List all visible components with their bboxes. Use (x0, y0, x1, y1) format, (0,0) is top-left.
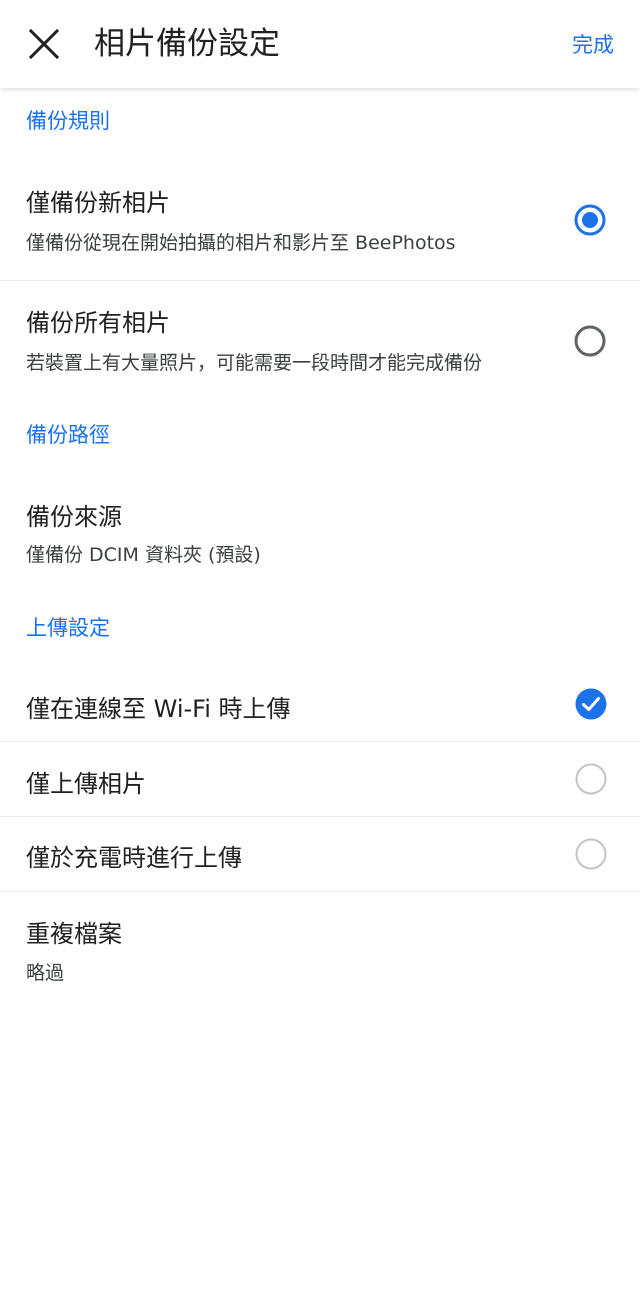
section-header-backup-rules: 備份規則 (26, 109, 110, 133)
radio-button-unselected[interactable] (573, 324, 607, 358)
option-wifi-only[interactable]: 僅在連線至 Wi-Fi 時上傳 (0, 670, 640, 740)
radio-selected-icon (574, 204, 606, 236)
check-circle-icon (575, 688, 607, 720)
backup-source-row[interactable]: 備份來源 僅備份 DCIM 資料夾 (預設) (0, 484, 640, 594)
option-charging-only[interactable]: 僅於充電時進行上傳 (0, 817, 640, 891)
duplicate-files-value: 略過 (26, 962, 65, 984)
checkbox-unchecked[interactable] (574, 837, 608, 871)
checkbox-checked[interactable] (574, 687, 608, 721)
option-label: 僅上傳相片 (26, 770, 146, 798)
option-label: 僅在連線至 Wi-Fi 時上傳 (26, 695, 291, 723)
option-title: 僅備份新相片 (26, 189, 170, 217)
option-subtitle: 若裝置上有大量照片，可能需要一段時間才能完成備份 (26, 352, 483, 374)
backup-source-value: 僅備份 DCIM 資料夾 (預設) (26, 544, 261, 566)
page-title: 相片備份設定 (94, 26, 280, 62)
duplicate-files-row[interactable]: 重複檔案 略過 (0, 902, 640, 1002)
close-icon (28, 28, 60, 60)
circle-outline-icon (575, 763, 607, 795)
app-bar: 相片備份設定 完成 (0, 0, 640, 88)
option-photos-only[interactable]: 僅上傳相片 (0, 742, 640, 816)
divider (0, 280, 640, 281)
section-header-upload-settings: 上傳設定 (26, 616, 110, 640)
option-backup-all-photos[interactable]: 備份所有相片 若裝置上有大量照片，可能需要一段時間才能完成備份 (0, 290, 640, 400)
radio-button-selected[interactable] (573, 203, 607, 237)
duplicate-files-title: 重複檔案 (26, 920, 122, 948)
checkbox-unchecked[interactable] (574, 762, 608, 796)
radio-unselected-icon (574, 325, 606, 357)
option-backup-new-photos[interactable]: 僅備份新相片 僅備份從現在開始拍攝的相片和影片至 BeePhotos (0, 170, 640, 280)
option-subtitle: 僅備份從現在開始拍攝的相片和影片至 BeePhotos (26, 232, 456, 254)
close-button[interactable] (20, 20, 68, 68)
divider (0, 891, 640, 892)
option-title: 備份所有相片 (26, 309, 170, 337)
section-header-backup-path: 備份路徑 (26, 423, 110, 447)
circle-outline-icon (575, 838, 607, 870)
option-label: 僅於充電時進行上傳 (26, 844, 242, 872)
backup-source-title: 備份來源 (26, 503, 122, 531)
done-button[interactable]: 完成 (572, 28, 614, 62)
